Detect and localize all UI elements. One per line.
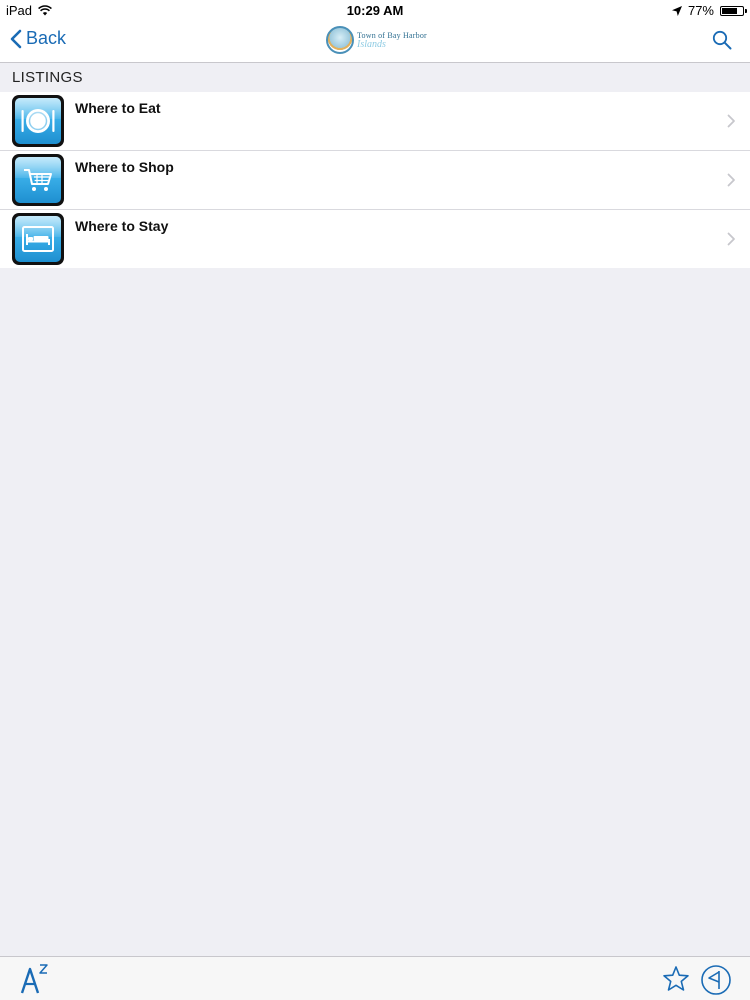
section-title: LISTINGS xyxy=(12,69,83,86)
az-sort-icon xyxy=(20,964,48,994)
battery-fill xyxy=(722,7,738,14)
chevron-right-icon xyxy=(727,114,735,128)
bed-icon xyxy=(22,226,54,252)
plate-utensils-icon xyxy=(21,109,55,133)
tab-bar xyxy=(0,956,750,1000)
status-right: 77% xyxy=(671,3,747,18)
star-icon xyxy=(663,966,689,991)
list-item-where-to-stay[interactable]: Where to Stay xyxy=(0,210,750,268)
logo-line-2: Islands xyxy=(357,39,386,50)
listings-list: Where to Eat Where to Shop Where to Stay xyxy=(0,92,750,268)
compass-flag-icon xyxy=(701,965,731,995)
nav-bar: Back Town of Bay Harbor Islands xyxy=(0,22,750,63)
list-item-label: Where to Shop xyxy=(75,159,174,175)
guide-button[interactable] xyxy=(700,964,732,1000)
favorites-button[interactable] xyxy=(662,965,690,998)
status-time: 10:29 AM xyxy=(346,3,404,18)
list-icon-tile xyxy=(15,216,61,262)
location-arrow-icon xyxy=(671,5,682,16)
alphabetical-sort-button[interactable] xyxy=(20,963,50,1000)
logo-text: Town of Bay Harbor Islands xyxy=(357,31,427,50)
list-icon-tile xyxy=(15,157,61,203)
battery-percent: 77% xyxy=(687,3,714,18)
battery-icon xyxy=(720,5,747,16)
shopping-cart-icon xyxy=(24,169,52,191)
list-icon-frame xyxy=(12,154,64,206)
list-item-label: Where to Stay xyxy=(75,218,169,234)
list-icon-tile xyxy=(15,98,61,144)
back-label: Back xyxy=(26,28,67,48)
list-icon-frame xyxy=(12,213,64,265)
list-item-label: Where to Eat xyxy=(75,100,161,116)
screen: iPad 10:29 AM 77% Back Town of Bay Harbo… xyxy=(0,0,750,1000)
town-seal-icon xyxy=(326,26,354,54)
back-button[interactable]: Back xyxy=(10,28,66,49)
list-icon-frame xyxy=(12,95,64,147)
chevron-right-icon xyxy=(727,232,735,246)
search-icon xyxy=(712,30,732,50)
section-header: LISTINGS xyxy=(0,63,750,92)
status-bar: iPad 10:29 AM 77% xyxy=(0,0,750,22)
search-button[interactable] xyxy=(712,30,732,55)
list-item-where-to-eat[interactable]: Where to Eat xyxy=(0,92,750,151)
town-logo: Town of Bay Harbor Islands xyxy=(326,26,427,54)
list-item-where-to-shop[interactable]: Where to Shop xyxy=(0,151,750,210)
chevron-left-icon xyxy=(10,29,22,48)
chevron-right-icon xyxy=(727,173,735,187)
